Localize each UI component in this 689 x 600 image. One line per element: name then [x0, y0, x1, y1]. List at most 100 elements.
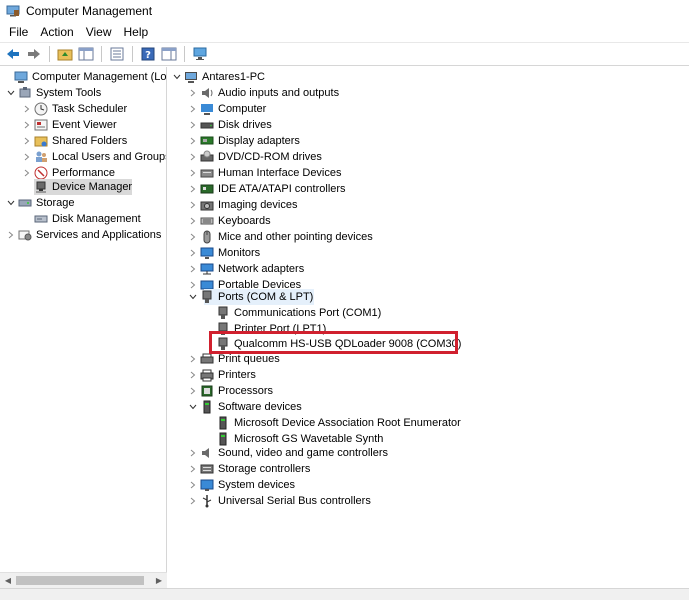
tree-item-computer-management[interactable]: Computer Management (Local — [2, 69, 166, 85]
scrollbar-thumb[interactable] — [16, 576, 144, 585]
chevron-right-icon[interactable] — [188, 165, 198, 181]
chevron-right-icon[interactable] — [22, 133, 32, 149]
chevron-right-icon[interactable] — [188, 261, 198, 277]
chevron-right-icon[interactable] — [188, 445, 198, 461]
tree-item-device-manager[interactable]: Device Manager — [22, 179, 132, 195]
chevron-right-icon[interactable] — [188, 197, 198, 213]
chevron-right-icon[interactable] — [188, 117, 198, 133]
chevron-right-icon[interactable] — [22, 101, 32, 117]
tree-item-event-viewer[interactable]: Event Viewer — [22, 117, 117, 133]
tree-item-shared-folders[interactable]: Shared Folders — [22, 133, 127, 149]
chevron-right-icon[interactable] — [6, 227, 16, 243]
device-item[interactable]: Communications Port (COM1) — [204, 305, 381, 321]
horizontal-scrollbar[interactable]: ◀ ▶ — [0, 572, 167, 588]
chevron-right-icon[interactable] — [188, 181, 198, 197]
speaker-icon — [200, 86, 214, 100]
tree-item-disk-management[interactable]: Disk Management — [22, 211, 141, 227]
device-category[interactable]: System devices — [188, 477, 295, 493]
device-category-ports[interactable]: Ports (COM & LPT) — [188, 289, 313, 305]
action-pane-icon[interactable] — [160, 45, 178, 63]
export-list-icon[interactable] — [108, 45, 126, 63]
device-category-software[interactable]: Software devices — [188, 399, 302, 415]
tree-item-system-tools[interactable]: System Tools — [6, 85, 101, 101]
disk-icon — [34, 212, 48, 226]
tree-item-storage[interactable]: Storage — [6, 195, 75, 211]
device-category[interactable]: Processors — [188, 383, 273, 399]
toolbar-separator — [49, 46, 50, 62]
device-category[interactable]: Network adapters — [188, 261, 304, 277]
device-category-label: Printers — [218, 369, 256, 381]
scroll-right-icon[interactable]: ▶ — [151, 573, 167, 588]
chevron-right-icon[interactable] — [188, 461, 198, 477]
chevron-down-icon[interactable] — [188, 289, 198, 305]
chevron-down-icon[interactable] — [188, 399, 198, 415]
chevron-down-icon[interactable] — [6, 195, 16, 211]
chevron-right-icon[interactable] — [188, 213, 198, 229]
menu-help[interactable]: Help — [118, 22, 155, 42]
device-category[interactable]: Storage controllers — [188, 461, 310, 477]
device-category[interactable]: Audio inputs and outputs — [188, 85, 339, 101]
device-category-label: Display adapters — [218, 135, 300, 147]
device-tree-root[interactable]: Antares1-PC — [172, 69, 265, 85]
device-category[interactable]: Computer — [188, 101, 266, 117]
device-category[interactable]: Universal Serial Bus controllers — [188, 493, 371, 509]
tree-label: Services and Applications — [36, 229, 162, 241]
chevron-right-icon[interactable] — [22, 149, 32, 165]
menu-file[interactable]: File — [3, 22, 34, 42]
device-category[interactable]: IDE ATA/ATAPI controllers — [188, 181, 346, 197]
device-category[interactable]: Sound, video and game controllers — [188, 445, 388, 461]
device-category[interactable]: Disk drives — [188, 117, 272, 133]
chevron-down-icon[interactable] — [172, 69, 182, 85]
tree-item-local-users[interactable]: Local Users and Groups — [22, 149, 166, 165]
tree-item-services[interactable]: Services and Applications — [6, 227, 161, 243]
monitor-icon[interactable] — [191, 45, 209, 63]
software-device-icon — [216, 432, 230, 446]
chevron-down-icon[interactable] — [6, 85, 16, 101]
device-category[interactable]: DVD/CD-ROM drives — [188, 149, 322, 165]
device-category[interactable]: Human Interface Devices — [188, 165, 342, 181]
usb-icon — [200, 494, 214, 508]
forward-arrow-icon[interactable] — [25, 45, 43, 63]
software-device-icon — [216, 416, 230, 430]
menu-action[interactable]: Action — [34, 22, 79, 42]
device-category[interactable]: Printers — [188, 367, 256, 383]
scroll-left-icon[interactable]: ◀ — [0, 573, 16, 588]
chevron-right-icon[interactable] — [188, 477, 198, 493]
chevron-right-icon[interactable] — [188, 85, 198, 101]
device-item-label: Microsoft Device Association Root Enumer… — [234, 417, 461, 429]
chevron-right-icon[interactable] — [188, 245, 198, 261]
svg-text:?: ? — [145, 50, 151, 61]
software-device-icon — [200, 400, 214, 414]
menu-view[interactable]: View — [80, 22, 118, 42]
title-bar: Computer Management — [0, 0, 689, 22]
storage-controller-icon — [200, 462, 214, 476]
chevron-right-icon[interactable] — [188, 493, 198, 509]
chevron-right-icon[interactable] — [188, 133, 198, 149]
device-category[interactable]: Keyboards — [188, 213, 271, 229]
device-category[interactable]: Display adapters — [188, 133, 300, 149]
chevron-right-icon[interactable] — [188, 367, 198, 383]
device-item[interactable]: Microsoft Device Association Root Enumer… — [204, 415, 461, 431]
tree-item-task-scheduler[interactable]: Task Scheduler — [22, 101, 127, 117]
chevron-right-icon[interactable] — [188, 351, 198, 367]
chevron-right-icon[interactable] — [188, 383, 198, 399]
menu-bar: File Action View Help — [0, 22, 689, 42]
up-folder-icon[interactable] — [56, 45, 74, 63]
chevron-right-icon[interactable] — [188, 149, 198, 165]
toolbar-separator — [101, 46, 102, 62]
back-arrow-icon[interactable] — [4, 45, 22, 63]
toolbar: ? — [0, 42, 689, 66]
chevron-right-icon[interactable] — [22, 117, 32, 133]
device-category-label: Disk drives — [218, 119, 272, 131]
chevron-right-icon[interactable] — [188, 101, 198, 117]
device-category-label: Audio inputs and outputs — [218, 87, 340, 99]
chevron-right-icon[interactable] — [188, 229, 198, 245]
device-category[interactable]: Mice and other pointing devices — [188, 229, 373, 245]
device-category[interactable]: Imaging devices — [188, 197, 298, 213]
help-icon[interactable]: ? — [139, 45, 157, 63]
show-hide-tree-icon[interactable] — [77, 45, 95, 63]
mouse-icon — [200, 230, 214, 244]
processor-icon — [200, 384, 214, 398]
device-category[interactable]: Monitors — [188, 245, 260, 261]
